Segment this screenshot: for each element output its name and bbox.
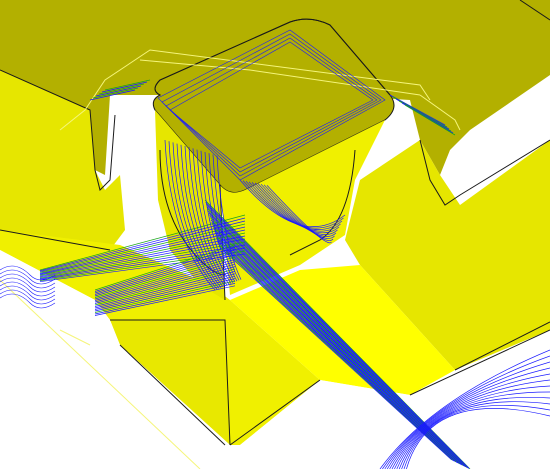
3d-model-view — [0, 0, 550, 469]
cad-viewport[interactable] — [0, 0, 550, 469]
